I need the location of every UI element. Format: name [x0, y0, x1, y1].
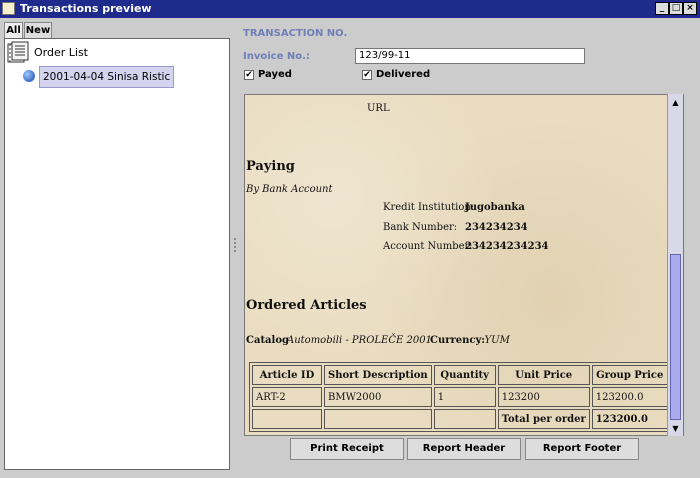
invoice-input[interactable]: 123/99-11	[355, 48, 585, 64]
catalog-label: Catalog	[246, 335, 289, 346]
table-total-row: Total per order 123200.0	[252, 409, 668, 429]
report-viewer[interactable]: URL Paying By Bank Account Kredit Instit…	[244, 94, 684, 436]
order-list-label: Order List	[34, 46, 88, 59]
total-value: 123200.0	[591, 409, 668, 429]
table-header-cell: Article ID	[252, 365, 322, 385]
kredit-value: Jugobanka	[465, 202, 525, 213]
bank-number-value: 234234234	[465, 222, 528, 233]
url-label: URL	[367, 103, 390, 114]
order-list-icon	[7, 41, 29, 63]
window-title: Transactions preview	[20, 2, 152, 15]
report-footer-button[interactable]: Report Footer	[525, 438, 639, 460]
table-cell	[324, 409, 432, 429]
split-pane-divider[interactable]	[233, 18, 237, 478]
total-label: Total per order	[497, 409, 590, 429]
table-cell: 123200.0	[591, 387, 668, 407]
account-number-value: 234234234234	[465, 241, 549, 252]
table-cell: ART-2	[252, 387, 322, 407]
report-header-button[interactable]: Report Header	[407, 438, 521, 460]
transaction-section-title: TRANSACTION NO.	[243, 28, 348, 39]
order-node-icon	[23, 70, 35, 82]
table-header-cell: Group Price	[591, 365, 668, 385]
delivered-label: Delivered	[376, 69, 431, 80]
table-cell	[252, 409, 322, 429]
scrollbar-thumb[interactable]	[670, 254, 681, 420]
scroll-up-icon[interactable]: ▲	[669, 96, 682, 109]
print-receipt-button[interactable]: Print Receipt	[290, 438, 404, 460]
paying-method: By Bank Account	[246, 184, 333, 195]
currency-label: Currency:	[430, 335, 485, 346]
invoice-label: Invoice No.:	[243, 51, 310, 62]
articles-table: Article ID Short Description Quantity Un…	[249, 362, 671, 432]
kredit-label: Kredit Institution:	[383, 202, 475, 213]
minimize-button[interactable]: _	[655, 2, 669, 15]
table-header-cell: Short Description	[324, 365, 432, 385]
app-icon	[2, 2, 15, 15]
scroll-down-icon[interactable]: ▼	[669, 422, 682, 435]
table-cell	[433, 409, 496, 429]
table-cell: 123200	[497, 387, 590, 407]
main-frame: All New Order List 2001-04-04 Sinisa Ris…	[0, 18, 700, 478]
tab-all[interactable]: All	[4, 22, 23, 38]
paying-heading: Paying	[246, 159, 295, 174]
checkbox-check-icon: ✔	[362, 70, 372, 80]
payed-label: Payed	[258, 69, 292, 80]
details-panel: TRANSACTION NO. Invoice No.: 123/99-11 ✔…	[240, 18, 700, 478]
checkbox-check-icon: ✔	[244, 70, 254, 80]
table-cell: BMW2000	[324, 387, 432, 407]
catalog-value: Automobili - PROLEČE 2001	[287, 335, 432, 346]
bank-number-label: Bank Number:	[383, 222, 458, 233]
order-tree-panel: Order List 2001-04-04 Sinisa Ristic	[4, 38, 230, 470]
ordered-articles-heading: Ordered Articles	[246, 298, 367, 313]
title-bar: Transactions preview _ □ ×	[0, 0, 700, 18]
account-number-label: Account Number:	[383, 241, 473, 252]
table-cell: 1	[433, 387, 496, 407]
close-button[interactable]: ×	[683, 2, 697, 15]
table-header-row: Article ID Short Description Quantity Un…	[252, 365, 668, 385]
table-header-cell: Unit Price	[497, 365, 590, 385]
table-header-cell: Quantity	[433, 365, 496, 385]
tree-node-order[interactable]: 2001-04-04 Sinisa Ristic	[23, 66, 175, 88]
maximize-button[interactable]: □	[669, 2, 683, 15]
order-node-label: 2001-04-04 Sinisa Ristic	[39, 66, 175, 88]
currency-value: : YUM	[478, 335, 510, 346]
table-row: ART-2 BMW2000 1 123200 123200.0	[252, 387, 668, 407]
report-scrollbar[interactable]: ▲ ▼	[667, 94, 683, 436]
tab-new[interactable]: New	[24, 22, 52, 38]
